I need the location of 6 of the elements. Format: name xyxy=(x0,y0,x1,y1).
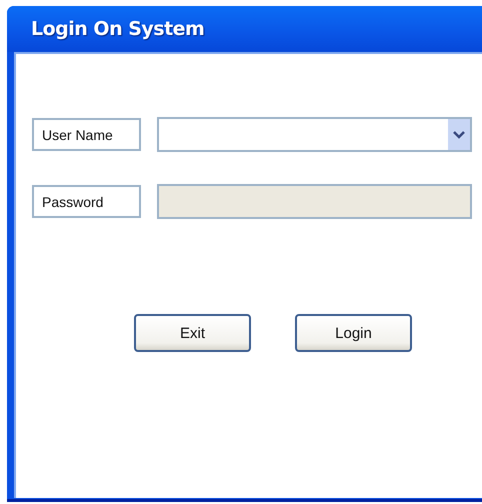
field-label: User Name xyxy=(32,118,142,151)
field-label: Password xyxy=(32,185,142,218)
login-button[interactable]: Login xyxy=(295,314,412,352)
exit-button[interactable]: Exit xyxy=(134,314,251,352)
window-title: Login On System xyxy=(31,18,204,40)
chevron-down-icon[interactable] xyxy=(448,119,470,150)
